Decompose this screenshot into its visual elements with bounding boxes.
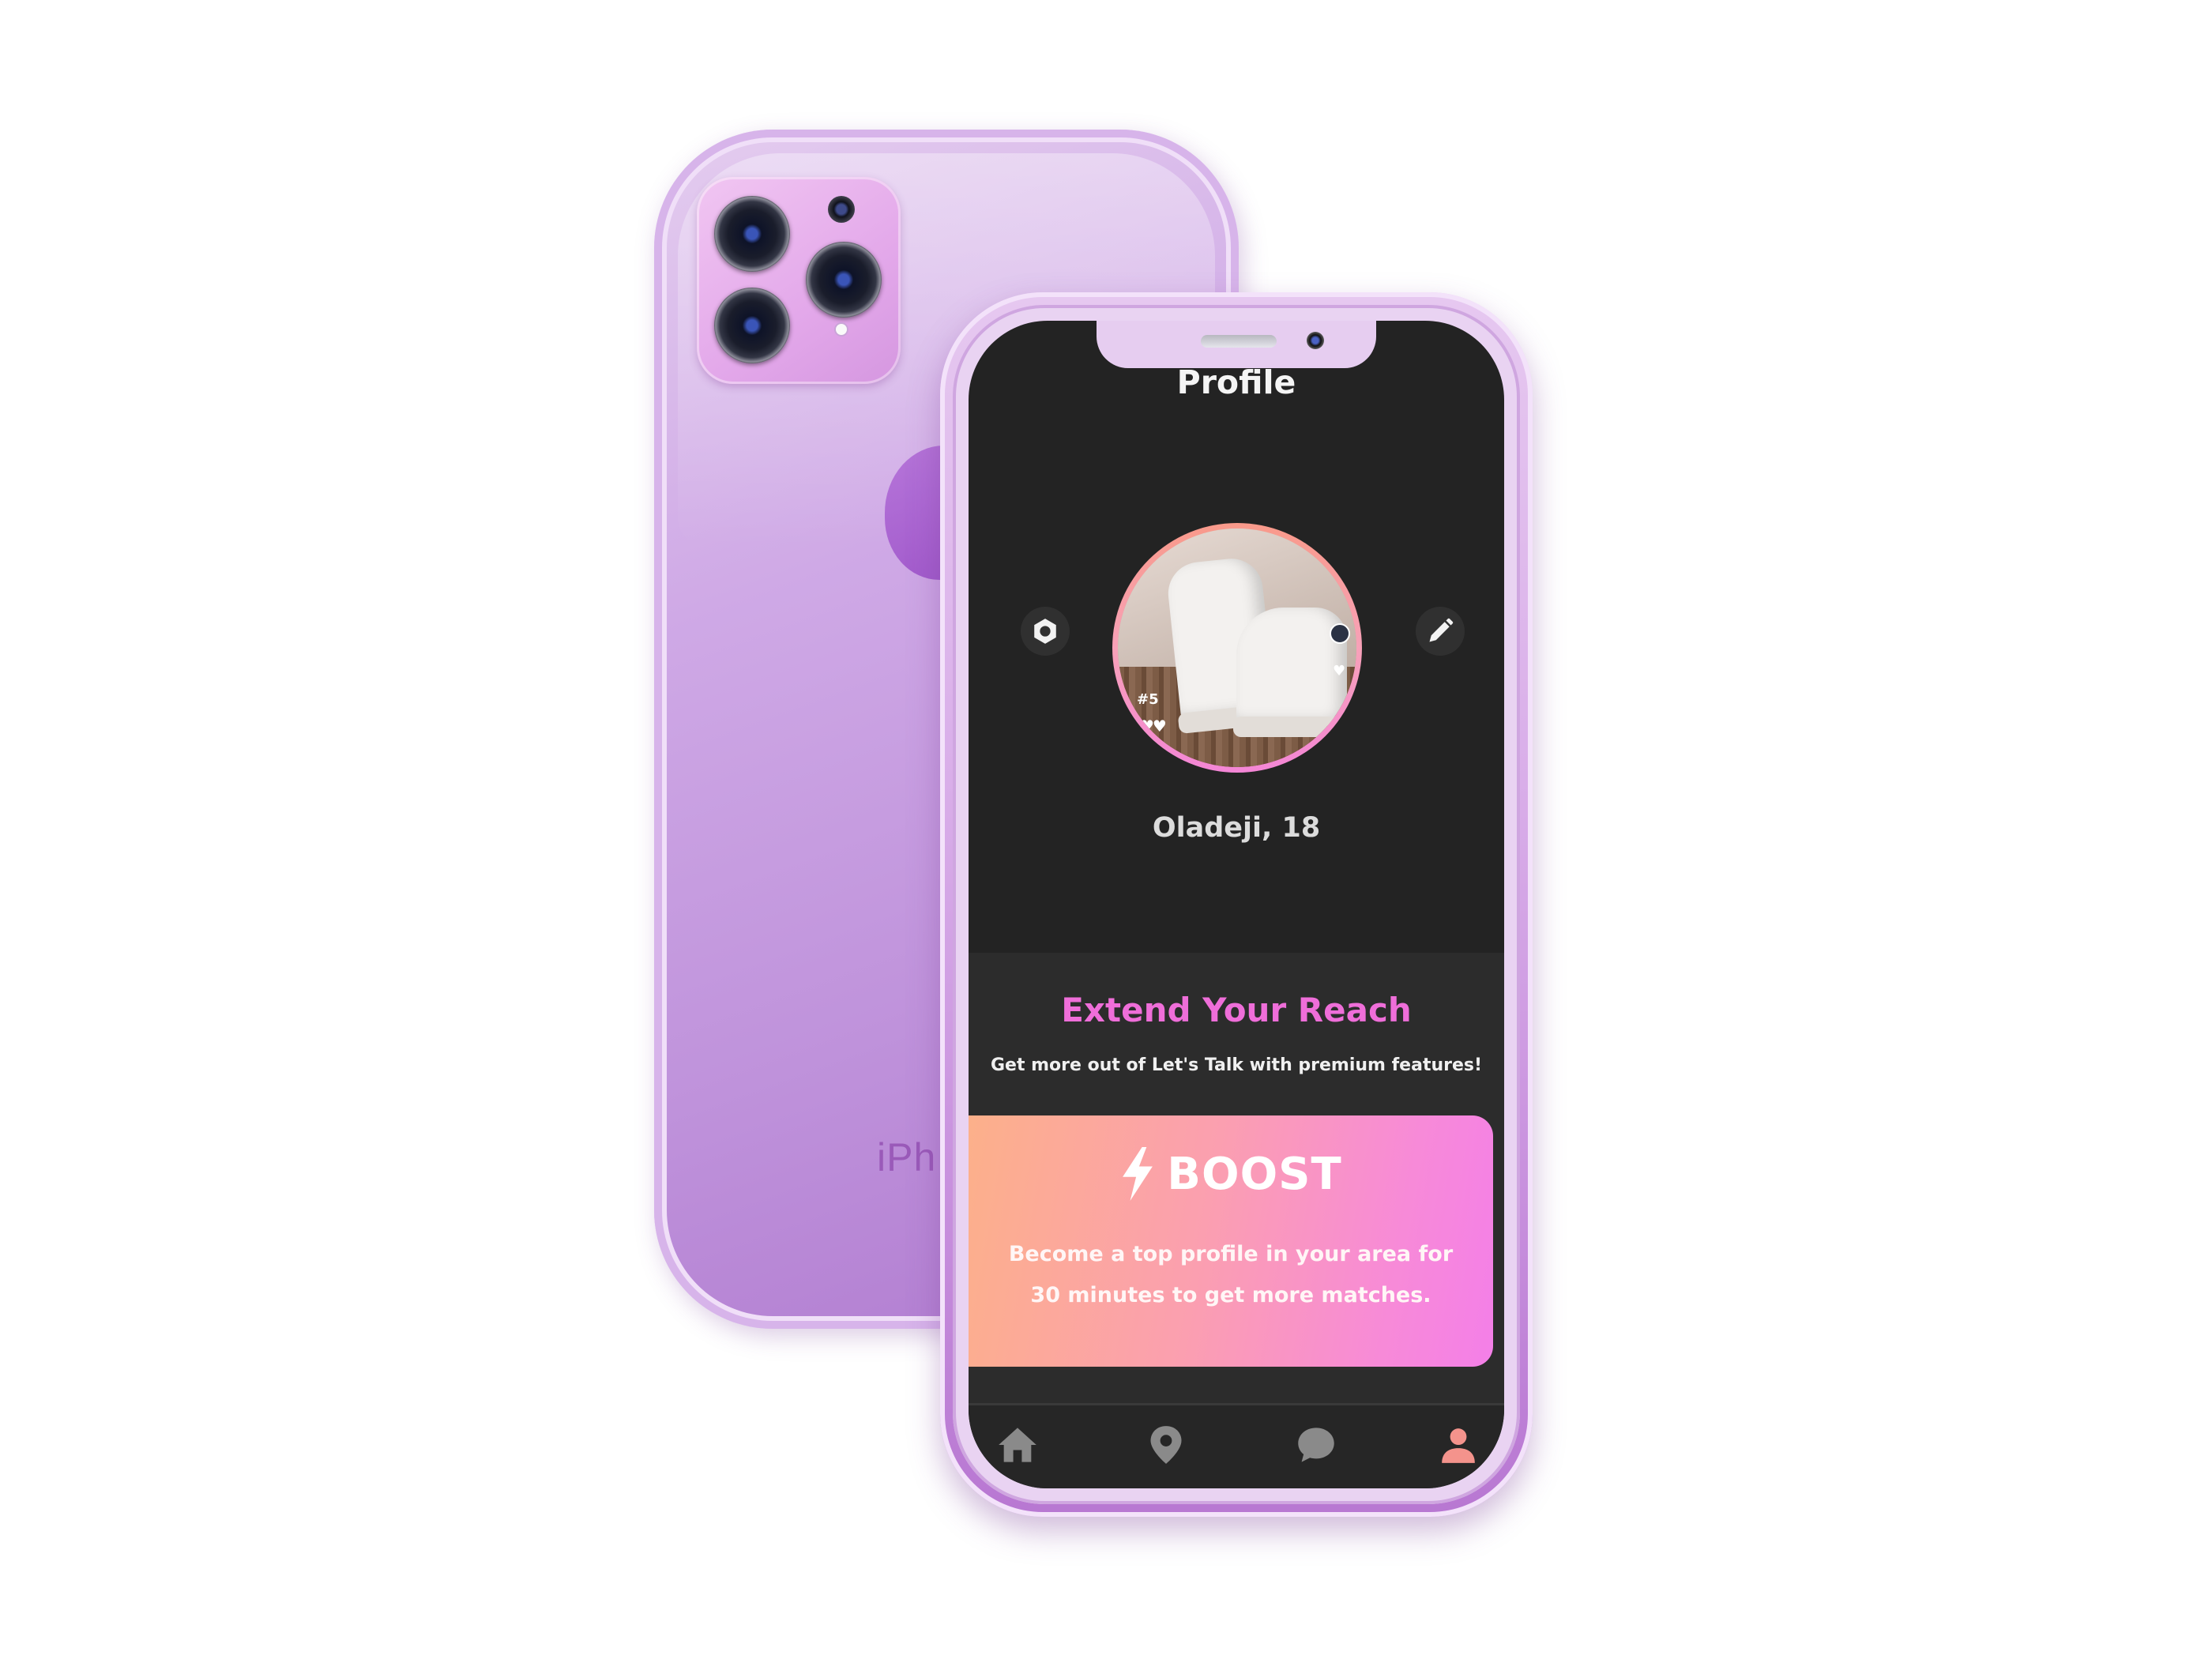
flash-icon [828,196,855,223]
boost-description: Become a top profile in your area for 30… [1008,1242,1454,1307]
avatar-photo: ♥ #5 ♥♥ [1118,529,1356,767]
page-title: Profile [1176,363,1296,401]
back-brand-text: iPh [877,1135,937,1179]
person-icon [1442,1428,1475,1463]
tab-chat[interactable] [1291,1420,1341,1470]
lightning-bolt-icon [1123,1147,1153,1201]
boost-label: BOOST [1167,1148,1342,1200]
photo-boot [1233,608,1350,737]
boost-heading: BOOST [969,1147,1493,1201]
location-pin-icon [1150,1426,1182,1464]
gear-icon [1034,619,1056,644]
settings-button[interactable] [1021,607,1070,656]
bottom-tab-bar [969,1403,1504,1488]
user-name-age: Oladeji, 18 [1152,812,1321,844]
tab-home[interactable] [992,1420,1043,1470]
premium-promo-section: Extend Your Reach Get more out of Let's … [969,953,1504,1403]
camera-lens-icon [714,288,790,363]
microphone-dot [836,324,847,335]
edit-profile-button[interactable] [1416,607,1465,656]
camera-lens-icon [714,196,790,272]
earpiece-speaker [1201,335,1277,348]
camera-module [697,177,901,384]
promo-subtitle: Get more out of Let's Talk with premium … [990,1055,1483,1075]
heart-icon: ♥ [1333,663,1346,679]
tab-map[interactable] [1141,1420,1191,1470]
avatar-badge: #5 [1137,691,1159,708]
hearts-icon: ♥♥ [1140,717,1167,735]
camera-lens-icon [806,242,882,318]
pencil-icon [1429,618,1454,642]
promo-title: Extend Your Reach [1061,991,1412,1029]
chat-bubble-icon [1298,1428,1334,1462]
tab-profile[interactable] [1433,1420,1484,1470]
phone-notch [1097,321,1376,368]
avatar-mini-icon [1330,623,1350,644]
front-phone: Profile ♥ #5 ♥♥ Oladeji, 18 Extend Your … [940,292,1533,1517]
front-camera-icon [1307,332,1324,349]
profile-avatar[interactable]: ♥ #5 ♥♥ [1112,523,1362,773]
app-screen: Profile ♥ #5 ♥♥ Oladeji, 18 Extend Your … [969,321,1504,1488]
boost-card[interactable]: BOOST Become a top profile in your area … [969,1115,1493,1367]
home-icon [999,1428,1036,1462]
mockup-stage: iPh Profile ♥ #5 ♥♥ Oladeji, 18 Extend Y… [0,0,2212,1659]
